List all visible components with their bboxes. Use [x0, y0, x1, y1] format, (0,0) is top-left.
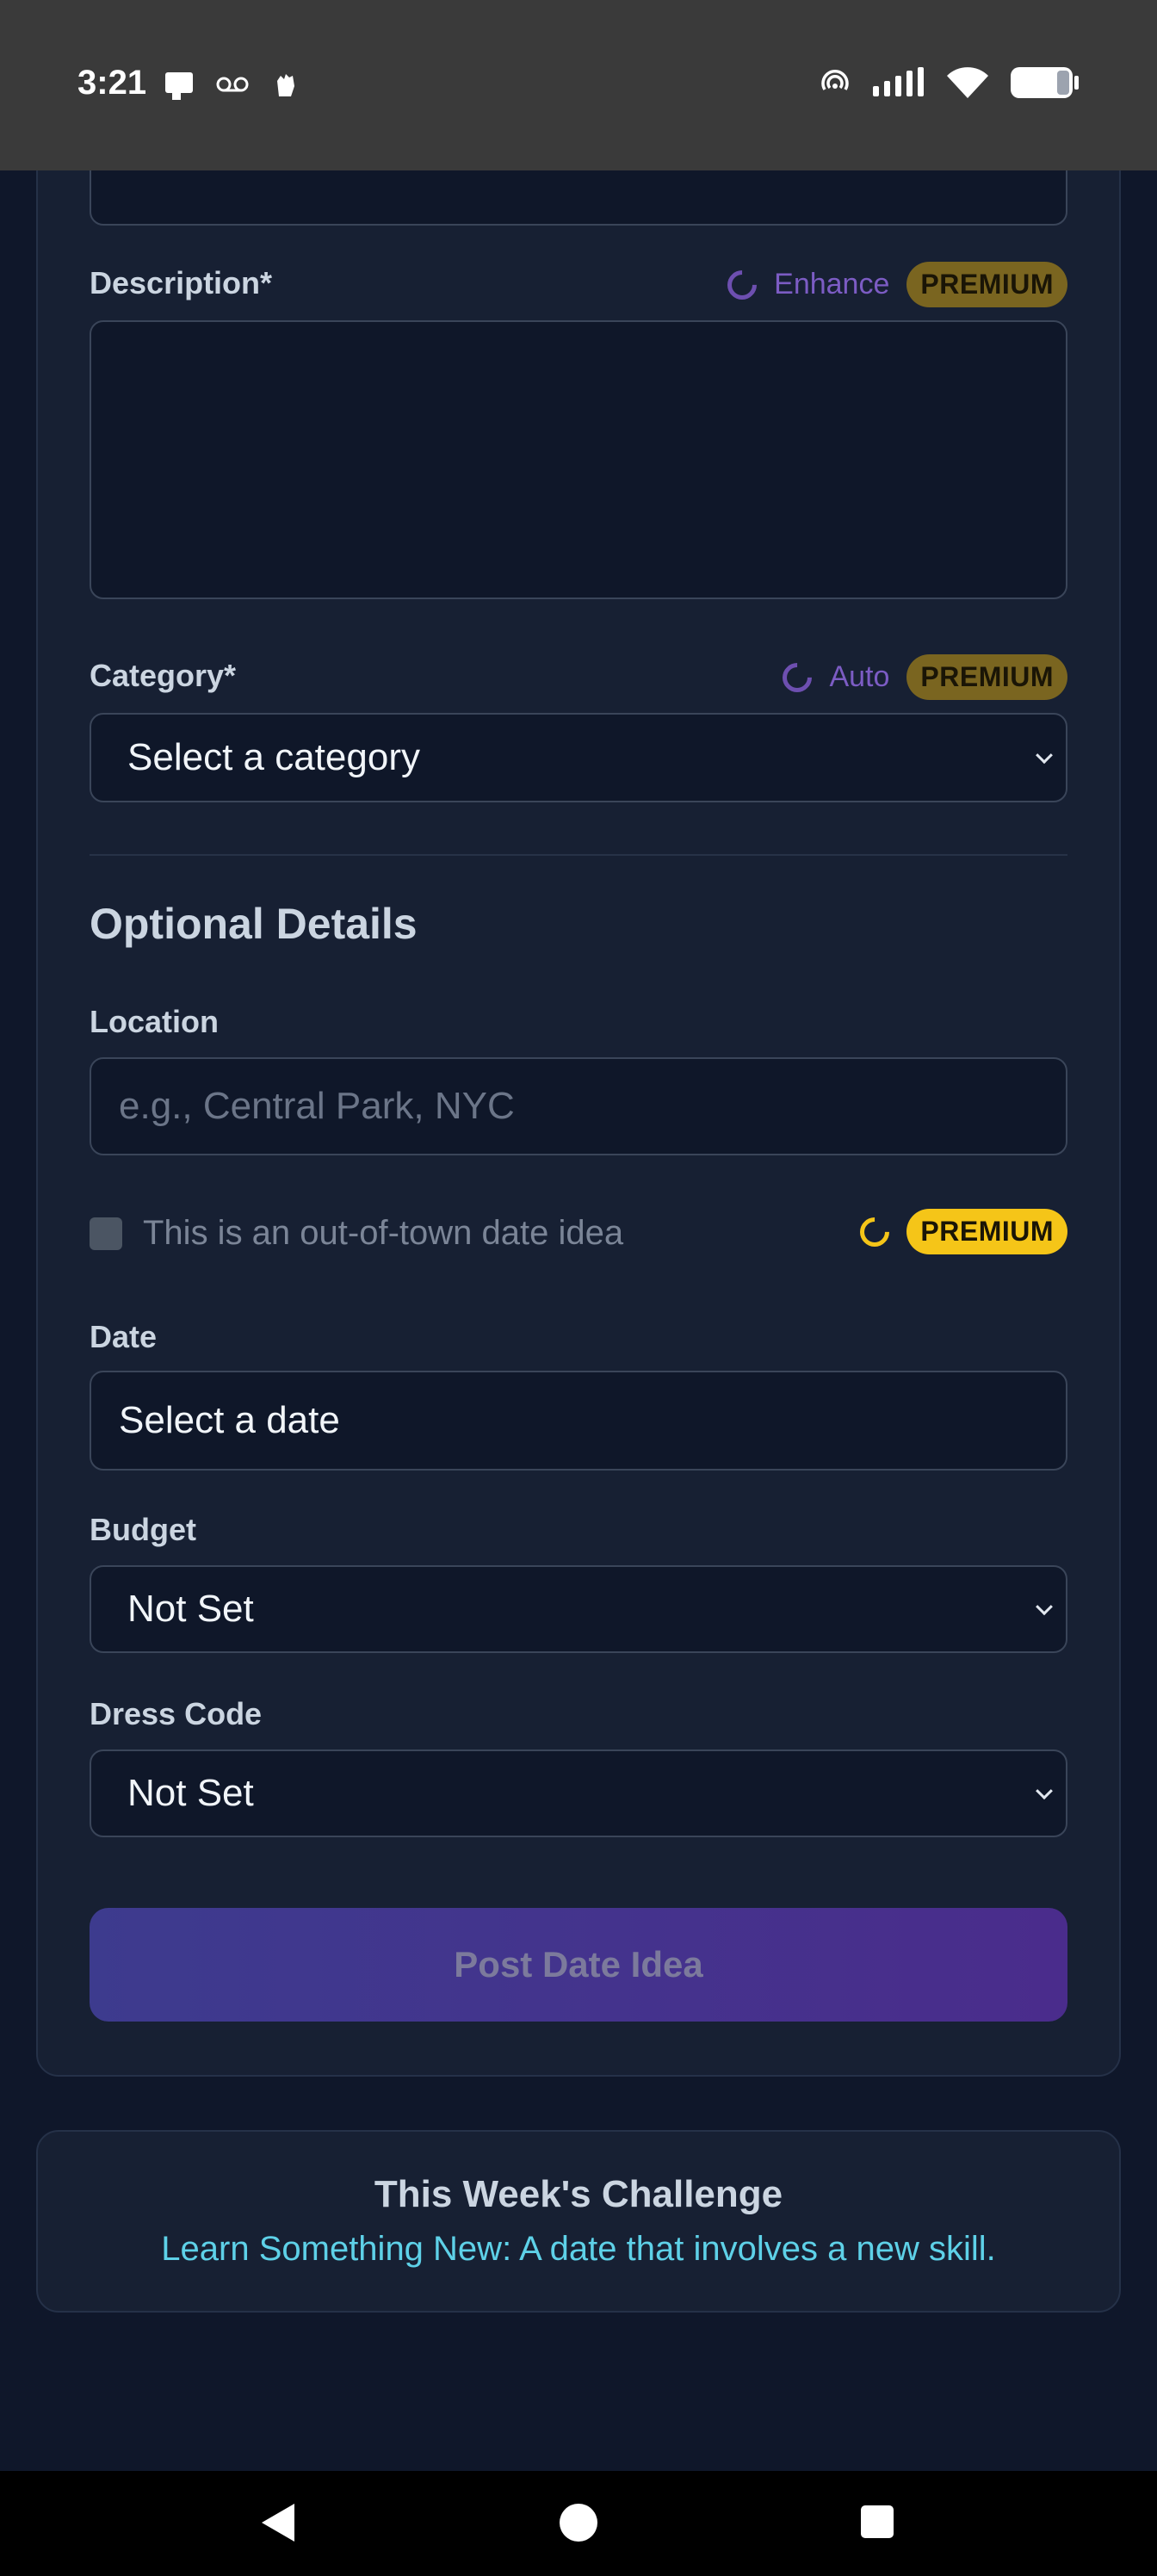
hotspot-icon	[821, 70, 849, 90]
system-navigation-bar	[0, 2471, 1157, 2576]
weekly-challenge-card: This Week's Challenge Learn Something Ne…	[36, 2130, 1121, 2313]
budget-label: Budget	[90, 1512, 196, 1547]
chevron-down-icon	[1036, 746, 1053, 765]
recent-apps-icon[interactable]	[861, 2505, 894, 2538]
budget-selected-value: Not Set	[127, 1588, 254, 1630]
category-auto-row: Auto PREMIUM	[776, 654, 1067, 700]
signal-icon	[873, 67, 924, 96]
status-bar: 3:21	[0, 0, 1157, 170]
out-of-town-checkbox[interactable]	[90, 1217, 122, 1250]
status-right-icons	[818, 65, 1080, 100]
card-icon	[165, 72, 193, 100]
sparkle-loader-icon	[776, 656, 819, 698]
post-date-idea-button[interactable]: Post Date Idea	[90, 1908, 1067, 2022]
section-divider	[90, 854, 1067, 856]
dress-code-selected-value: Not Set	[127, 1772, 254, 1814]
sparkle-loader-icon	[854, 1211, 896, 1253]
auto-category-button[interactable]: Auto	[829, 660, 889, 694]
category-selected-value: Select a category	[127, 736, 420, 778]
status-time: 3:21	[77, 64, 147, 102]
category-select[interactable]: Select a category	[90, 713, 1067, 802]
premium-badge: PREMIUM	[906, 262, 1067, 307]
out-of-town-label[interactable]: This is an out-of-town date idea	[143, 1214, 623, 1253]
premium-badge: PREMIUM	[906, 654, 1067, 700]
enhance-button[interactable]: Enhance	[774, 268, 889, 301]
voicemail-icon	[216, 77, 249, 92]
date-value: Select a date	[119, 1399, 340, 1441]
challenge-title: This Week's Challenge	[374, 2173, 783, 2215]
home-icon[interactable]	[560, 2504, 597, 2542]
status-left-icons	[162, 67, 303, 102]
description-label: Description*	[90, 265, 273, 300]
wifi-icon	[947, 67, 988, 98]
date-input[interactable]: Select a date	[90, 1371, 1067, 1471]
out-of-town-premium-row: PREMIUM	[854, 1209, 1067, 1254]
chevron-down-icon	[1036, 1782, 1053, 1800]
sparkle-loader-icon	[721, 263, 764, 306]
date-label: Date	[90, 1319, 158, 1354]
budget-select[interactable]: Not Set	[90, 1565, 1067, 1653]
challenge-text[interactable]: Learn Something New: A date that involve…	[38, 2230, 1119, 2269]
premium-badge: PREMIUM	[906, 1209, 1067, 1254]
location-placeholder: e.g., Central Park, NYC	[119, 1085, 515, 1127]
back-icon[interactable]	[262, 2504, 294, 2542]
location-input[interactable]: e.g., Central Park, NYC	[90, 1057, 1067, 1155]
optional-details-title: Optional Details	[90, 900, 418, 948]
hand-icon	[277, 74, 294, 96]
category-label: Category*	[90, 658, 237, 693]
location-label: Location	[90, 1004, 219, 1039]
description-enhance-row: Enhance PREMIUM	[721, 262, 1067, 307]
chevron-down-icon	[1036, 1598, 1053, 1616]
description-textarea[interactable]	[90, 320, 1067, 599]
dress-code-label: Dress Code	[90, 1696, 263, 1731]
battery-icon	[1011, 67, 1079, 98]
dress-code-select[interactable]: Not Set	[90, 1749, 1067, 1837]
